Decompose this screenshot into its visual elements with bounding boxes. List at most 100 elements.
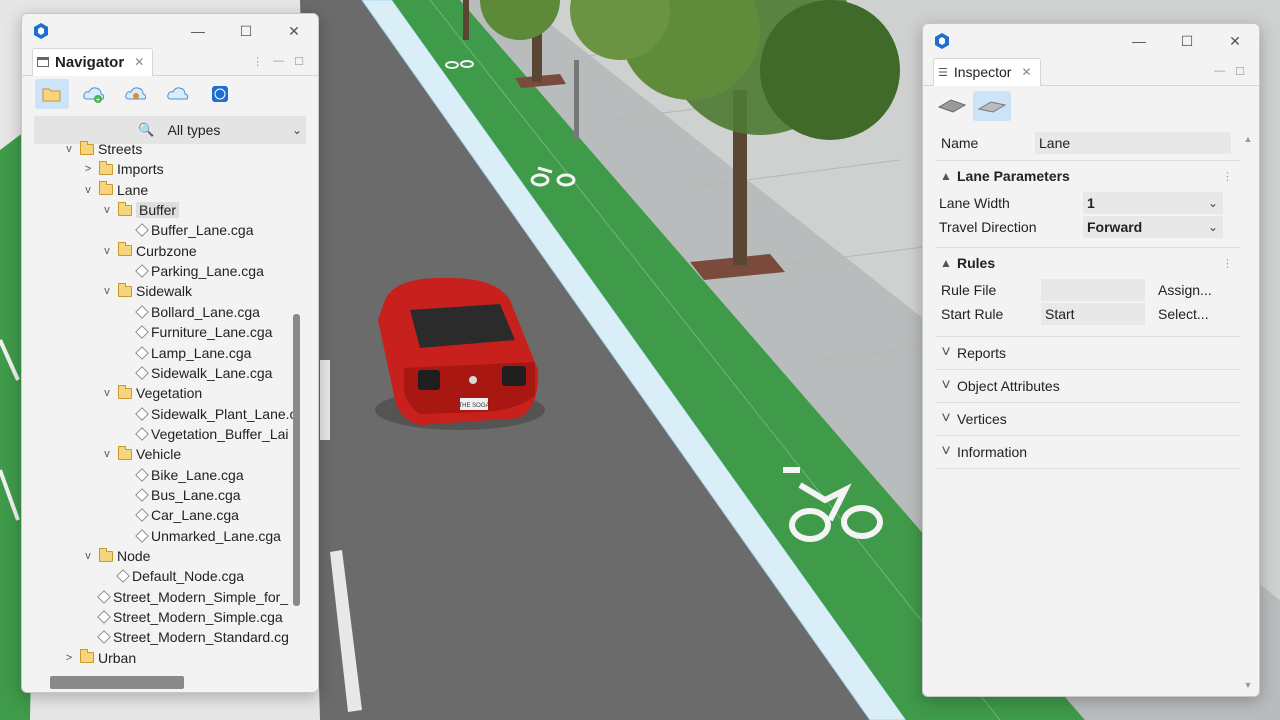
start-rule-field[interactable]: Start [1041, 303, 1145, 325]
globe-icon [212, 86, 228, 102]
expand-chevron-icon[interactable]: v [100, 285, 114, 297]
close-tab-icon[interactable]: ✕ [134, 55, 144, 69]
cloud-people-button[interactable] [119, 79, 153, 109]
close-button[interactable]: ✕ [1211, 24, 1259, 58]
tree-folder-item[interactable]: v Curbzone [100, 241, 197, 261]
view-maximize-icon[interactable]: ☐ [1235, 65, 1245, 78]
expand-chevron-icon[interactable]: v [100, 448, 114, 460]
expand-chevron-icon[interactable]: v [100, 387, 114, 399]
rule-file-field[interactable] [1041, 279, 1145, 301]
collapsed-chevron-icon[interactable]: > [81, 163, 95, 175]
travel-direction-dropdown[interactable]: Forward ⌄ [1083, 216, 1223, 238]
living-atlas-button[interactable] [203, 79, 237, 109]
close-tab-icon[interactable]: ✕ [1021, 65, 1031, 79]
lane-parameters-header[interactable]: ▲ Lane Parameters ⋮ [935, 161, 1241, 191]
tree-file-item[interactable]: Car_Lane.cga [119, 505, 239, 525]
scroll-up-icon[interactable]: ▲ [1243, 134, 1253, 144]
tree-folder-item[interactable]: v Sidewalk [100, 281, 192, 301]
section-header-collapsed[interactable]: ˅ Reports [935, 337, 1241, 369]
view-maximize-icon[interactable]: ☐ [294, 55, 304, 68]
view-menu-icon[interactable]: ⋮ [252, 55, 263, 68]
navigator-toolbar: + [22, 76, 318, 112]
tree-folder-item[interactable]: v Streets [62, 139, 142, 159]
cloud-add-button[interactable]: + [77, 79, 111, 109]
tree-folder-item[interactable]: v Buffer [100, 200, 180, 220]
cga-file-icon [135, 406, 149, 421]
view-minimize-icon[interactable]: — [273, 55, 284, 68]
lane-width-dropdown[interactable]: 1 ⌄ [1083, 192, 1223, 214]
folder-icon [118, 282, 132, 297]
tree-file-item[interactable]: Parking_Lane.cga [119, 261, 264, 281]
inspector-window[interactable]: — ☐ ✕ ☰ Inspector ✕ — ☐ Name Lane ▲ Lane… [922, 23, 1260, 697]
maximize-button[interactable]: ☐ [1163, 24, 1211, 58]
select-button[interactable]: Select... [1158, 306, 1209, 322]
navigator-titlebar[interactable]: — ☐ ✕ [22, 14, 318, 48]
tree-item-label: Unmarked_Lane.cga [151, 527, 281, 544]
name-field[interactable]: Lane [1035, 132, 1231, 154]
tree-item-label: Street_Modern_Simple_for_ [113, 588, 289, 605]
tree-folder-item[interactable]: v Vegetation [100, 383, 202, 403]
expand-chevron-icon[interactable]: v [100, 245, 114, 257]
cga-file-icon [135, 345, 149, 360]
vertical-scrollbar[interactable] [293, 314, 300, 606]
lane-width-label: Lane Width [939, 195, 1010, 211]
section-header-collapsed[interactable]: ˅ Object Attributes [935, 370, 1241, 402]
street-segment-button[interactable] [935, 91, 969, 121]
tree-file-item[interactable]: Sidewalk_Lane.cga [119, 363, 272, 383]
section-header-collapsed[interactable]: ˅ Information [935, 436, 1241, 468]
folder-icon [118, 384, 132, 399]
navigator-window[interactable]: — ☐ ✕ Navigator ✕ ⋮ — ☐ + 🔍 All types ⌄ … [21, 13, 319, 693]
tree-file-item[interactable]: Bus_Lane.cga [119, 485, 241, 505]
navigator-tree[interactable]: v Streets > Imports v Lane v Buffer Buffer_Lane.… [34, 136, 312, 664]
maximize-button[interactable]: ☐ [222, 14, 270, 48]
tab-inspector[interactable]: ☰ Inspector ✕ [933, 57, 1041, 86]
folder-icon [118, 201, 132, 216]
name-value: Lane [1039, 135, 1071, 151]
expand-chevron-icon[interactable]: v [100, 204, 114, 216]
cloud-button[interactable] [161, 79, 195, 109]
inspector-titlebar[interactable]: — ☐ ✕ [923, 24, 1259, 58]
collapsed-chevron-icon[interactable]: > [62, 652, 76, 664]
view-minimize-icon[interactable]: — [1214, 65, 1225, 78]
tree-folder-item[interactable]: v Node [81, 546, 150, 566]
start-rule-row: Start Rule Start Select... [935, 302, 1241, 326]
tree-file-item[interactable]: Street_Modern_Standard.cg [81, 627, 289, 647]
tree-folder-item[interactable]: > Urban [62, 648, 136, 664]
open-folder-button[interactable] [35, 79, 69, 109]
tree-file-item[interactable]: Street_Modern_Simple_for_ [81, 587, 288, 607]
section-menu-icon[interactable]: ⋮ [1222, 257, 1233, 270]
assign-button[interactable]: Assign... [1158, 282, 1212, 298]
tree-file-item[interactable]: Buffer_Lane.cga [119, 220, 254, 240]
tree-file-item[interactable]: Unmarked_Lane.cga [119, 526, 281, 546]
tree-folder-item[interactable]: v Vehicle [100, 444, 181, 464]
tree-file-item[interactable]: Vegetation_Buffer_Lai [119, 424, 289, 444]
tree-folder-item[interactable]: v Lane [81, 180, 148, 200]
rule-file-label: Rule File [941, 282, 997, 298]
tree-file-item[interactable]: Street_Modern_Simple.cga [81, 607, 283, 627]
tree-file-item[interactable]: Default_Node.cga [100, 566, 244, 586]
expand-chevron-icon[interactable]: v [81, 550, 95, 562]
tree-file-item[interactable]: Bollard_Lane.cga [119, 302, 260, 322]
minimize-button[interactable]: — [174, 14, 222, 48]
street-segment-icon [937, 99, 967, 113]
section-header-collapsed[interactable]: ˅ Vertices [935, 403, 1241, 435]
expand-chevron-icon[interactable]: v [62, 143, 76, 155]
tree-file-item[interactable]: Sidewalk_Plant_Lane.c [119, 404, 297, 424]
tree-file-item[interactable]: Furniture_Lane.cga [119, 322, 272, 342]
chevron-down-icon: ⌄ [1207, 220, 1218, 234]
tree-folder-item[interactable]: > Imports [81, 159, 164, 179]
rules-header[interactable]: ▲ Rules ⋮ [935, 248, 1241, 278]
lane-button[interactable] [973, 91, 1011, 121]
section-menu-icon[interactable]: ⋮ [1222, 170, 1233, 183]
tab-navigator[interactable]: Navigator ✕ [32, 47, 154, 76]
minimize-button[interactable]: — [1115, 24, 1163, 58]
expand-chevron-icon[interactable]: v [81, 184, 95, 196]
vertical-scrollbar[interactable]: ▲ ▼ [1243, 134, 1253, 690]
folder-icon [99, 547, 113, 562]
tree-file-item[interactable]: Lamp_Lane.cga [119, 343, 251, 363]
tree-file-item[interactable]: Bike_Lane.cga [119, 465, 244, 485]
scroll-down-icon[interactable]: ▼ [1243, 680, 1253, 690]
close-button[interactable]: ✕ [270, 14, 318, 48]
start-rule-label: Start Rule [941, 306, 1004, 322]
horizontal-scrollbar[interactable] [50, 676, 184, 689]
